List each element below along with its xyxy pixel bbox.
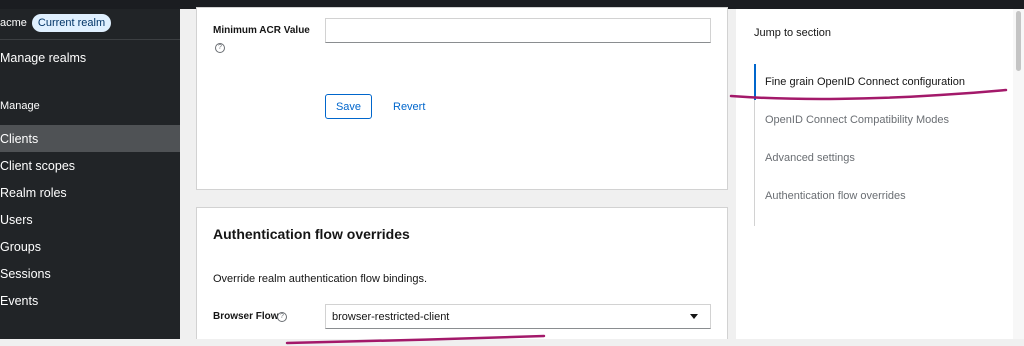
- jump-link-advanced-settings[interactable]: Advanced settings: [765, 152, 855, 164]
- jump-link-oidc-compatibility[interactable]: OpenID Connect Compatibility Modes: [765, 114, 949, 126]
- caret-down-icon: [690, 314, 698, 319]
- minimum-acr-input[interactable]: [325, 18, 711, 43]
- main-content: Minimum ACR Value ? Save Revert Authenti…: [180, 7, 736, 346]
- sidebar-item-events[interactable]: Events: [0, 287, 180, 314]
- browser-flow-value: browser-restricted-client: [332, 310, 450, 323]
- jump-active-indicator: [754, 64, 756, 100]
- sidebar-group-manage: Manage: [0, 100, 40, 112]
- acr-settings-card: Minimum ACR Value ? Save Revert: [196, 7, 728, 190]
- jump-to-section-panel: Jump to section Fine grain OpenID Connec…: [736, 9, 1024, 339]
- minimum-acr-label: Minimum ACR Value: [213, 25, 310, 36]
- realm-name: acme: [0, 17, 27, 29]
- manage-realms-link[interactable]: Manage realms: [0, 51, 86, 65]
- sidebar-item-realm-roles[interactable]: Realm roles: [0, 179, 180, 206]
- current-realm-badge: Current realm: [31, 14, 112, 32]
- sidebar: acme Current realm Manage realms Manage …: [0, 9, 180, 339]
- browser-flow-select[interactable]: browser-restricted-client: [325, 304, 711, 329]
- jump-link-auth-flow-overrides[interactable]: Authentication flow overrides: [765, 190, 906, 202]
- revert-button[interactable]: Revert: [393, 94, 425, 119]
- sidebar-item-clients[interactable]: Clients: [0, 125, 180, 152]
- sidebar-item-groups[interactable]: Groups: [0, 233, 180, 260]
- section-title: Authentication flow overrides: [213, 226, 410, 242]
- help-icon[interactable]: ?: [215, 43, 225, 53]
- bottom-strip: [0, 339, 1024, 346]
- jump-link-fine-grain-oidc[interactable]: Fine grain OpenID Connect configuration: [765, 76, 965, 88]
- sidebar-item-client-scopes[interactable]: Client scopes: [0, 152, 180, 179]
- realm-selector[interactable]: acme Current realm: [0, 12, 112, 34]
- save-button[interactable]: Save: [325, 94, 372, 119]
- authentication-flow-overrides-card: Authentication flow overrides Override r…: [196, 207, 728, 346]
- help-icon[interactable]: ?: [277, 312, 287, 322]
- vertical-scrollbar[interactable]: [1013, 9, 1024, 339]
- browser-flow-label: Browser Flow: [213, 311, 279, 322]
- section-description: Override realm authentication flow bindi…: [213, 273, 428, 285]
- sidebar-item-sessions[interactable]: Sessions: [0, 260, 180, 287]
- scrollbar-thumb[interactable]: [1016, 11, 1021, 71]
- sidebar-item-users[interactable]: Users: [0, 206, 180, 233]
- jump-to-section-title: Jump to section: [754, 27, 832, 39]
- sidebar-divider: [0, 39, 180, 40]
